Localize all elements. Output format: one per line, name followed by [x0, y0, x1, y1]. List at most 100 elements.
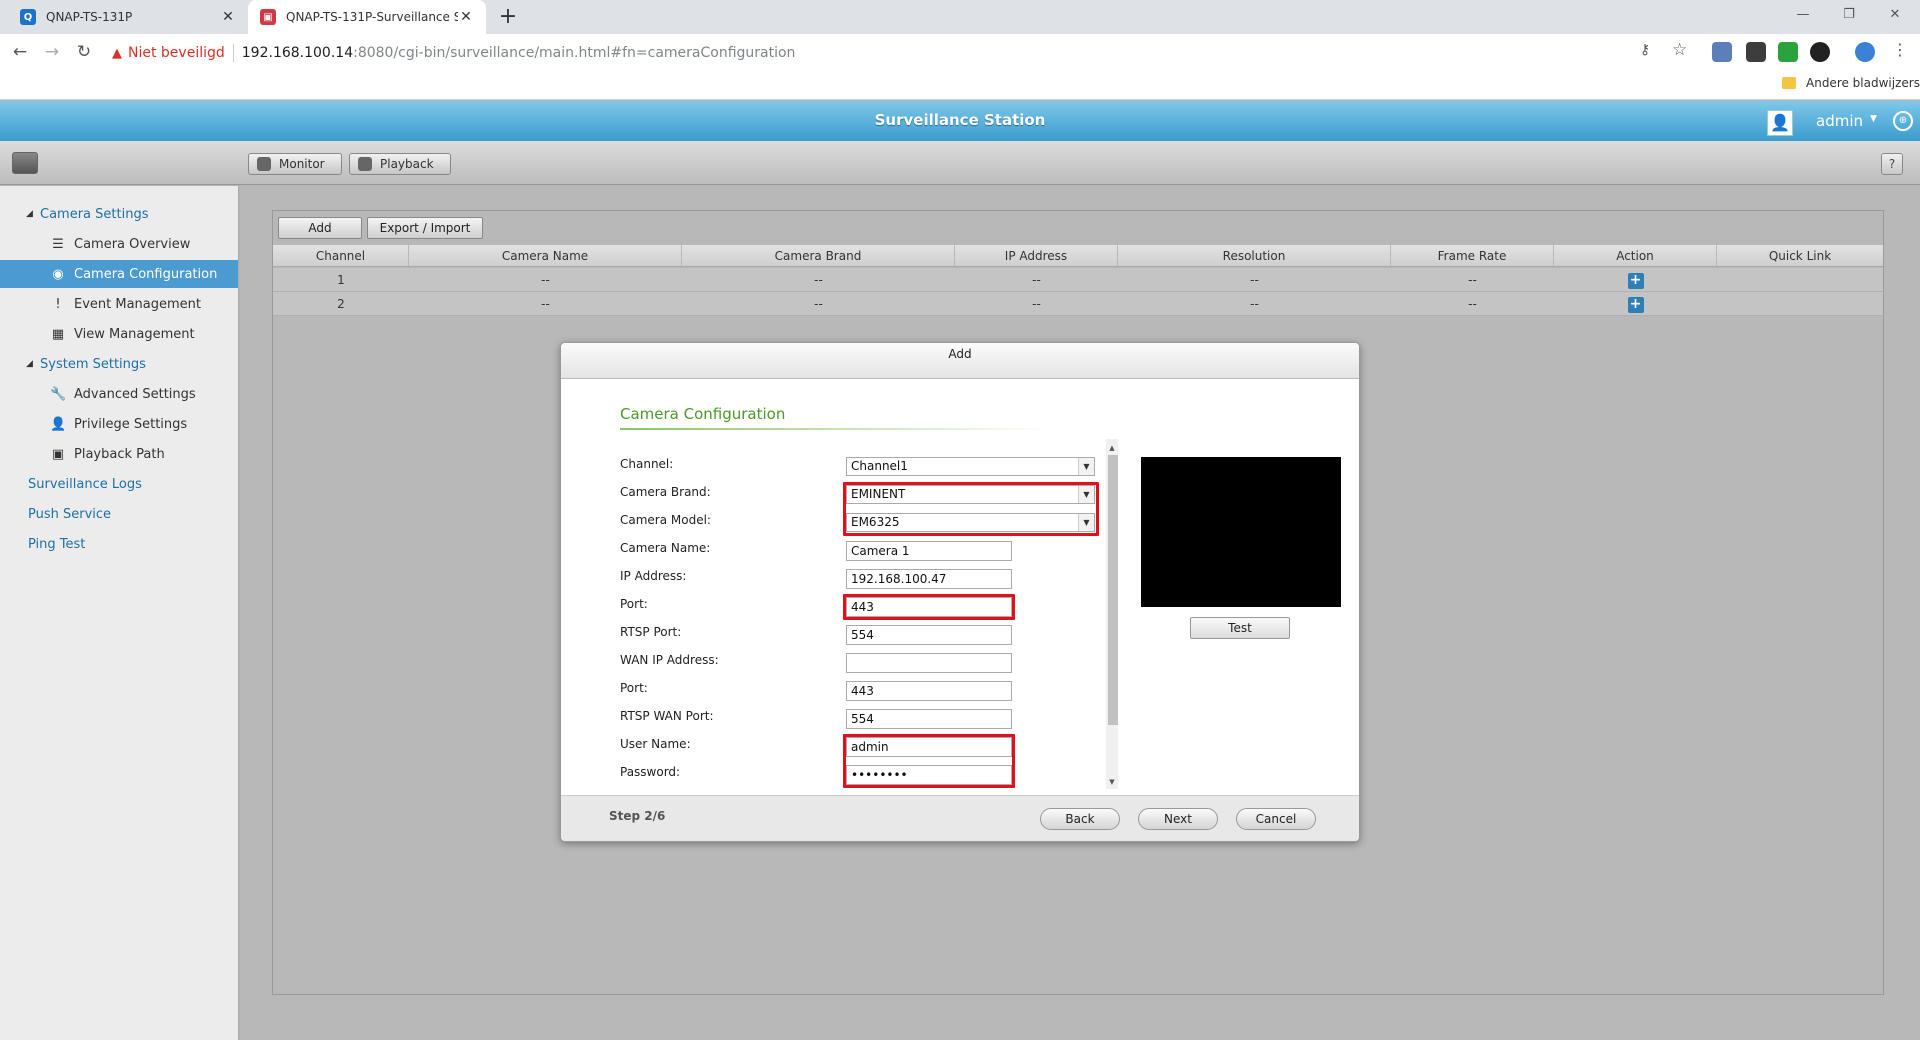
help-button[interactable]: ? — [1881, 153, 1903, 175]
column-header[interactable]: Quick Link — [1717, 245, 1883, 266]
collapse-triangle-icon: ◢ — [26, 209, 33, 219]
sidebar-item-ping-test[interactable]: Ping Test — [0, 530, 238, 558]
rtsp-wan-port-input[interactable]: 554 — [846, 709, 1012, 729]
language-globe-icon[interactable]: ⊕ — [1893, 111, 1913, 131]
test-button[interactable]: Test — [1190, 617, 1290, 639]
sidebar-item-view-management[interactable]: ▦ View Management — [0, 320, 238, 348]
close-tab-icon[interactable]: ✕ — [220, 9, 236, 25]
table-row[interactable]: 1 -- -- -- -- -- + — [273, 268, 1883, 292]
wan-port-input[interactable]: 443 — [846, 681, 1012, 701]
sidebar-item-privilege-settings[interactable]: 👤 Privilege Settings — [0, 410, 238, 438]
qnap-favicon-icon: Q — [20, 9, 36, 25]
sidebar-group-label: System Settings — [40, 356, 146, 372]
scroll-up-icon[interactable]: ▲ — [1106, 441, 1118, 455]
add-camera-dialog: Add Camera Configuration Channel: Channe… — [560, 342, 1360, 842]
calendar-extension-icon[interactable] — [1712, 42, 1732, 62]
user-menu-label[interactable]: admin — [1816, 112, 1863, 130]
wan-ip-label: WAN IP Address: — [620, 653, 719, 667]
add-plus-icon[interactable]: + — [1627, 273, 1644, 289]
highlight-box-credentials — [843, 734, 1015, 788]
menu-dots-icon[interactable]: ⋮ — [1892, 40, 1908, 59]
table-row[interactable]: 2 -- -- -- -- -- + — [273, 292, 1883, 316]
new-tab-button[interactable]: + — [494, 4, 522, 30]
next-button[interactable]: Next — [1138, 808, 1218, 830]
minimize-icon[interactable]: — — [1780, 0, 1826, 30]
camera-name-input[interactable]: Camera 1 — [846, 541, 1012, 561]
e-extension-icon[interactable] — [1810, 42, 1830, 62]
profile-icon[interactable] — [1855, 42, 1875, 62]
sidebar-item-surveillance-logs[interactable]: Surveillance Logs — [0, 470, 238, 498]
monitor-button[interactable]: Monitor — [248, 153, 342, 175]
sidebar-item-advanced-settings[interactable]: 🔧 Advanced Settings — [0, 380, 238, 408]
add-camera-button[interactable]: Add — [278, 217, 362, 239]
password-label: Password: — [620, 765, 681, 779]
cancel-button[interactable]: Cancel — [1236, 808, 1316, 830]
menu-toggle-icon[interactable] — [12, 152, 38, 174]
restore-icon[interactable]: ❐ — [1826, 0, 1872, 30]
sidebar-item-push-service[interactable]: Push Service — [0, 500, 238, 528]
sidebar-item-playback-path[interactable]: ▣ Playback Path — [0, 440, 238, 468]
browser-tab-surveillance[interactable]: ▣ QNAP-TS-131P-Surveillance Stati ✕ — [248, 0, 486, 34]
camera-preview — [1141, 457, 1341, 607]
reload-icon[interactable]: ↻ — [72, 40, 96, 64]
close-tab-icon[interactable]: ✕ — [458, 9, 474, 25]
column-header[interactable]: IP Address — [955, 245, 1118, 266]
back-button[interactable]: Back — [1040, 808, 1120, 830]
star-icon[interactable]: ☆ — [1672, 40, 1687, 60]
folder-play-icon: ▣ — [51, 446, 65, 462]
security-status[interactable]: Niet beveiligd — [128, 45, 225, 61]
browser-tab-qnap[interactable]: Q QNAP-TS-131P ✕ — [8, 0, 248, 34]
divider — [232, 44, 234, 62]
cell-resolution: -- — [1250, 297, 1259, 311]
bookmarks-bar — [0, 70, 1920, 100]
scrollbar-thumb[interactable] — [1108, 455, 1118, 725]
sidebar-item-label: Advanced Settings — [74, 386, 196, 402]
sidebar-item-label: Camera Configuration — [74, 266, 218, 282]
cell-channel: 1 — [337, 273, 345, 287]
ip-address-input[interactable]: 192.168.100.47 — [846, 569, 1012, 589]
user-avatar-icon[interactable]: 👤 — [1767, 110, 1793, 136]
caret-down-icon[interactable]: ▼ — [1870, 114, 1877, 124]
channel-value: Channel1 — [851, 459, 908, 473]
column-header[interactable]: Resolution — [1118, 245, 1391, 266]
chevron-down-icon: ▼ — [1078, 458, 1094, 475]
shield-extension-icon[interactable] — [1746, 42, 1766, 62]
cell-camera-name: -- — [541, 273, 550, 287]
sidebar-item-label: Playback Path — [74, 446, 165, 462]
column-header[interactable]: Camera Name — [409, 245, 682, 266]
brand-label: Camera Brand: — [620, 485, 711, 499]
cell-camera-brand: -- — [814, 273, 823, 287]
download-extension-icon[interactable] — [1778, 42, 1798, 62]
address-bar[interactable]: ▲ Niet beveiligd 192.168.100.14:8080/cgi… — [104, 39, 1684, 67]
wan-ip-input[interactable] — [846, 653, 1012, 673]
playback-button[interactable]: Playback — [349, 153, 451, 175]
column-header[interactable]: Frame Rate — [1391, 245, 1554, 266]
sidebar-group-system-settings[interactable]: ◢ System Settings — [0, 350, 238, 378]
wan-port-label: Port: — [620, 681, 648, 695]
sidebar-group-camera-settings[interactable]: ◢ Camera Settings — [0, 200, 238, 228]
key-icon[interactable]: ⚷ — [1640, 42, 1650, 58]
sidebar-item-event-management[interactable]: ! Event Management — [0, 290, 238, 318]
tab-title: QNAP-TS-131P-Surveillance Stati — [286, 10, 458, 24]
rtsp-port-label: RTSP Port: — [620, 625, 682, 639]
close-window-icon[interactable]: ✕ — [1872, 0, 1918, 30]
back-arrow-icon[interactable]: ← — [8, 40, 32, 64]
sidebar-item-camera-configuration[interactable]: ◉ Camera Configuration — [0, 260, 238, 288]
rtsp-port-input[interactable]: 554 — [846, 625, 1012, 645]
forward-arrow-icon[interactable]: → — [40, 40, 64, 64]
add-plus-icon[interactable]: + — [1627, 297, 1644, 313]
cell-frame-rate: -- — [1468, 297, 1477, 311]
channel-select[interactable]: Channel1 ▼ — [846, 457, 1095, 476]
column-header[interactable]: Camera Brand — [682, 245, 955, 266]
sidebar-item-label: Event Management — [74, 296, 202, 312]
cell-camera-brand: -- — [814, 297, 823, 311]
other-bookmarks[interactable]: Andere bladwijzers — [1782, 76, 1920, 90]
surveillance-favicon-icon: ▣ — [260, 9, 276, 25]
sidebar-item-camera-overview[interactable]: ☰ Camera Overview — [0, 230, 238, 258]
column-header[interactable]: Action — [1554, 245, 1717, 266]
export-import-button[interactable]: Export / Import — [367, 217, 483, 239]
column-header[interactable]: Channel — [273, 245, 409, 266]
highlight-box-brand-model — [843, 482, 1099, 536]
scroll-down-icon[interactable]: ▼ — [1106, 775, 1118, 789]
name-label: Camera Name: — [620, 541, 711, 555]
